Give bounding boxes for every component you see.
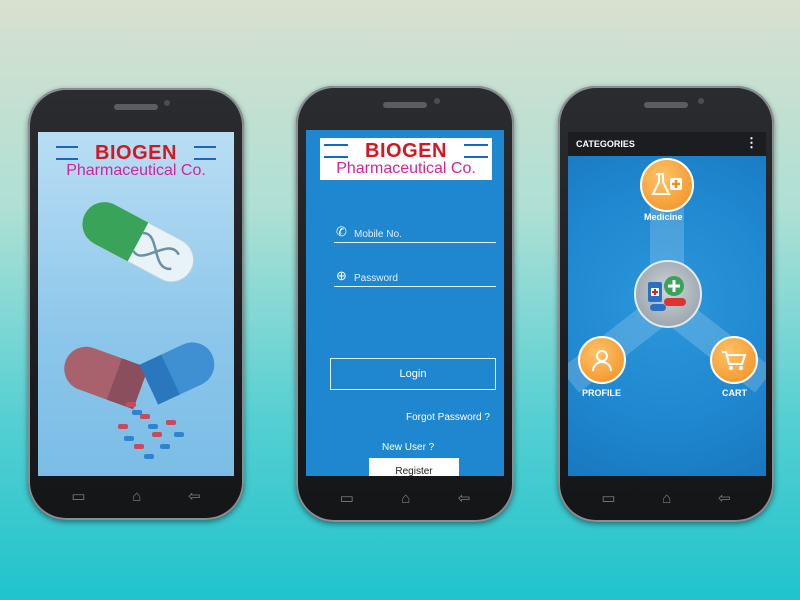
home-icon[interactable]: ⌂ xyxy=(401,491,410,506)
categories-screen: CATEGORIES ⋮ Medicine PROFILE CART xyxy=(568,132,766,476)
home-icon[interactable]: ⌂ xyxy=(662,491,671,506)
cart-button[interactable] xyxy=(710,336,758,384)
medicine-button[interactable] xyxy=(640,158,694,212)
back-icon[interactable]: ⇦ xyxy=(458,491,471,506)
cart-icon xyxy=(722,351,747,370)
cart-label: CART xyxy=(722,388,747,398)
camera xyxy=(698,98,704,104)
mobile-field[interactable]: ✆ Mobile No. xyxy=(334,222,496,243)
brand-logo: BIOGEN Pharmaceutical Co. xyxy=(52,140,220,180)
speaker xyxy=(383,102,427,108)
camera xyxy=(164,100,170,106)
password-placeholder: Password xyxy=(354,273,398,284)
page-title: CATEGORIES xyxy=(576,139,635,149)
speaker xyxy=(644,102,688,108)
login-screen: BIOGEN Pharmaceutical Co. ✆ Mobile No. ⊕… xyxy=(306,130,504,476)
recent-apps-icon[interactable]: ▭ xyxy=(601,491,615,506)
back-icon[interactable]: ⇦ xyxy=(718,491,731,506)
phone-splash: BIOGEN Pharmaceutical Co. ▭ ⌂ ⇦ xyxy=(28,88,244,520)
brand-company: Pharmaceutical Co. xyxy=(336,160,476,177)
forgot-password-link[interactable]: Forgot Password ? xyxy=(406,412,490,423)
phone-icon: ✆ xyxy=(336,224,347,239)
brand-logo: BIOGEN Pharmaceutical Co. xyxy=(320,138,492,180)
brand-company: Pharmaceutical Co. xyxy=(66,162,206,179)
speaker xyxy=(114,104,158,110)
lock-icon: ⊕ xyxy=(336,268,347,283)
overflow-menu-icon[interactable]: ⋮ xyxy=(745,135,758,151)
recent-apps-icon[interactable]: ▭ xyxy=(340,491,354,506)
medicine-label: Medicine xyxy=(644,212,683,222)
flask-plus-icon xyxy=(651,173,682,195)
camera xyxy=(434,98,440,104)
register-button[interactable]: Register xyxy=(369,458,459,476)
profile-button[interactable] xyxy=(578,336,626,384)
phone-categories: CATEGORIES ⋮ Medicine PROFILE CART ▭ ⌂ ⇦ xyxy=(558,86,774,522)
user-icon xyxy=(592,350,612,372)
nav-bar: ▭ ⌂ ⇦ xyxy=(578,488,754,508)
login-button[interactable]: Login xyxy=(330,358,496,390)
home-icon[interactable]: ⌂ xyxy=(132,489,141,504)
app-bar: CATEGORIES ⋮ xyxy=(568,132,766,156)
profile-label: PROFILE xyxy=(582,388,622,398)
phone-login: BIOGEN Pharmaceutical Co. ✆ Mobile No. ⊕… xyxy=(296,86,514,522)
medicine-bottles-icon xyxy=(648,276,686,311)
capsule-pills-illustration xyxy=(64,342,215,459)
back-icon[interactable]: ⇦ xyxy=(188,489,201,504)
capsule-dna-illustration xyxy=(81,201,195,283)
mobile-placeholder: Mobile No. xyxy=(354,229,402,240)
new-user-label: New User ? xyxy=(382,442,435,453)
nav-bar: ▭ ⌂ ⇦ xyxy=(48,486,224,506)
center-hub xyxy=(634,260,702,328)
recent-apps-icon[interactable]: ▭ xyxy=(71,489,85,504)
splash-screen: BIOGEN Pharmaceutical Co. xyxy=(38,132,234,476)
password-field[interactable]: ⊕ Password xyxy=(334,266,496,287)
nav-bar: ▭ ⌂ ⇦ xyxy=(316,488,494,508)
